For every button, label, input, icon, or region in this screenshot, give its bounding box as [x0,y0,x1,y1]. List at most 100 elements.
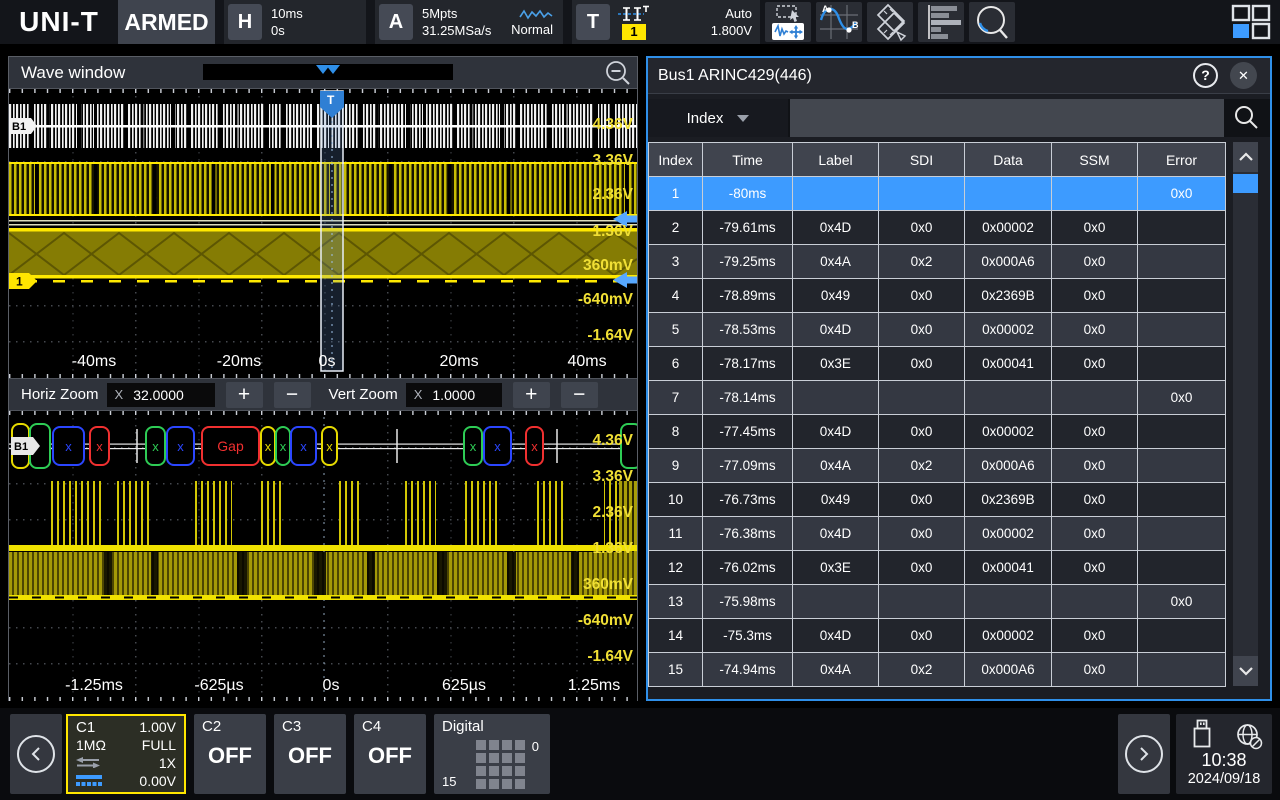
volt-label: 360mV [583,576,634,593]
zoom-waveform-plot[interactable]: x x x x Gap x x x x x x x B1 4.36V 3.36V… [9,411,637,701]
measure-tool-button[interactable] [867,2,913,42]
channel1-scale: 1.00V [139,719,176,735]
svg-text:B1: B1 [12,121,26,133]
channel-bar-prev-button[interactable] [10,714,62,794]
main-waveform-svg: T B1 1 4.36V 3.36V 2.36V 1.36V 360mV -640mV -1… [9,89,637,378]
table-cell [879,585,965,619]
bottom-ruler-ticks [9,374,637,378]
volt-label: 2.36V [592,504,633,521]
curve-ab-tool-button[interactable]: A B [816,2,862,42]
table-row[interactable]: 6 -78.17ms 0x3E 0x0 0x00041 0x0 [649,347,1226,381]
horiz-zoom-field[interactable]: X 32.0000 [106,382,215,407]
channel2-name: C2 [202,718,222,735]
table-cell: 0x2 [879,449,965,483]
table-cell: -78.89ms [703,279,793,313]
svg-text:B1: B1 [14,441,28,453]
zoom-toolbar: Horiz Zoom X 32.0000 + − Vert Zoom X 1.0… [9,379,637,411]
table-scrollbar[interactable] [1233,142,1258,686]
statistics-tool-button[interactable] [918,2,964,42]
table-cell: 1 [649,177,703,211]
channel3-panel[interactable]: C3 OFF [274,714,346,794]
bus-frame-label: x [65,439,72,454]
vert-zoom-plus-button[interactable]: + [512,381,550,408]
vert-zoom-minus-button[interactable]: − [560,381,598,408]
bus-frame-label: Gap [217,438,244,454]
table-cell: -79.25ms [703,245,793,279]
horizontal-settings[interactable]: H 10ms 0s [224,0,366,44]
table-row[interactable]: 1 -80ms 0x0 [649,177,1226,211]
table-cell: 0x4A [793,653,879,687]
waveform-position-bar[interactable] [203,64,453,80]
digital-channel-square [515,753,525,763]
scrollbar-thumb[interactable] [1233,174,1258,193]
clock-time: 10:38 [1201,750,1247,770]
table-row[interactable]: 7 -78.14ms 0x0 [649,381,1226,415]
table-cell: 0x0 [1138,177,1226,211]
horiz-zoom-minus-button[interactable]: − [273,381,311,408]
table-cell: 0x0 [1052,279,1138,313]
bus-decode-row: x x x x Gap x x x x x x x B1 [9,423,637,469]
table-row[interactable]: 13 -75.98ms 0x0 [649,585,1226,619]
table-row[interactable]: 12 -76.02ms 0x3E 0x0 0x00041 0x0 [649,551,1226,585]
table-row[interactable]: 15 -74.94ms 0x4A 0x2 0x000A6 0x0 [649,653,1226,687]
channel1-panel[interactable]: C1 1.00V 1MΩ FULL 1X 0.00V [66,714,186,794]
cursor-select-tool-button[interactable] [765,2,811,42]
digital-channel-square [489,779,499,789]
table-row[interactable]: 11 -76.38ms 0x4D 0x0 0x00002 0x0 [649,517,1226,551]
help-button[interactable]: ? [1193,63,1218,88]
table-cell: 0x49 [793,483,879,517]
time-label: 0s [323,677,340,694]
vert-zoom-field[interactable]: X 1.0000 [405,382,502,407]
table-cell: 0x0 [879,551,965,585]
channel2-panel[interactable]: C2 OFF [194,714,266,794]
acquire-key: A [379,4,413,40]
digital-channels-panel[interactable]: Digital 0 15 [434,714,550,794]
horiz-zoom-plus-button[interactable]: + [225,381,263,408]
table-cell: -80ms [703,177,793,211]
table-row[interactable]: 10 -76.73ms 0x49 0x0 0x2369B 0x0 [649,483,1226,517]
table-cell: 0x0 [1052,653,1138,687]
table-cell: 0x4D [793,313,879,347]
table-cell: 0x4D [793,517,879,551]
scroll-down-button[interactable] [1233,656,1258,686]
table-row[interactable]: 14 -75.3ms 0x4D 0x0 0x00002 0x0 [649,619,1226,653]
channel4-state: OFF [368,743,412,768]
digital-channel-square [489,766,499,776]
table-cell: -78.53ms [703,313,793,347]
window-layout-button[interactable] [1228,2,1274,42]
digital-channel-square [502,779,512,789]
channel4-panel[interactable]: C4 OFF [354,714,426,794]
table-row[interactable]: 5 -78.53ms 0x4D 0x0 0x00002 0x0 [649,313,1226,347]
main-waveform-plot[interactable]: T B1 1 4.36V 3.36V 2.36V 1.36V 360mV -640mV -1… [9,89,637,379]
zoom-out-button[interactable] [604,59,631,86]
table-row[interactable]: 2 -79.61ms 0x4D 0x0 0x00002 0x0 [649,211,1226,245]
zoom-region-indicator[interactable] [320,90,344,372]
table-cell: 0x00002 [965,415,1052,449]
table-row[interactable]: 3 -79.25ms 0x4A 0x2 0x000A6 0x0 [649,245,1226,279]
table-cell: 3 [649,245,703,279]
search-input[interactable] [790,99,1224,137]
bus-frame-label: x [531,439,538,454]
bus-decode-panel: Bus1 ARINC429(446) ? ✕ Index Index Time La… [646,56,1272,701]
trigger-settings[interactable]: T 1 Auto 1.800V [572,0,760,44]
table-row[interactable]: 9 -77.09ms 0x4A 0x2 0x000A6 0x0 [649,449,1226,483]
acquire-settings[interactable]: A 5Mpts 31.25MSa/s Normal [375,0,563,44]
search-filter-dropdown[interactable]: Index [648,99,788,137]
channel-bar-next-button[interactable] [1118,714,1170,794]
channel4-name: C4 [362,718,382,735]
table-row[interactable]: 4 -78.89ms 0x49 0x0 0x2369B 0x0 [649,279,1226,313]
vert-zoom-value: 1.0000 [432,386,476,403]
close-button[interactable]: ✕ [1230,62,1257,89]
table-cell: 0x4D [793,415,879,449]
table-row[interactable]: 8 -77.45ms 0x4D 0x0 0x00002 0x0 [649,415,1226,449]
table-cell [1138,517,1226,551]
digital-channel-square [502,740,512,750]
system-status-panel[interactable]: 10:38 2024/09/18 [1176,714,1272,794]
column-header: Error [1138,143,1226,177]
search-tool-button[interactable] [969,2,1015,42]
trigger-level-value: 1.800V [710,23,752,38]
search-button[interactable] [1224,99,1270,137]
top-toolbar: UNI-T ARMED H 10ms 0s A 5Mpts 31.25MSa/s… [0,0,1280,44]
channel1-attenuation: 1X [158,755,176,771]
scroll-up-button[interactable] [1233,142,1258,172]
